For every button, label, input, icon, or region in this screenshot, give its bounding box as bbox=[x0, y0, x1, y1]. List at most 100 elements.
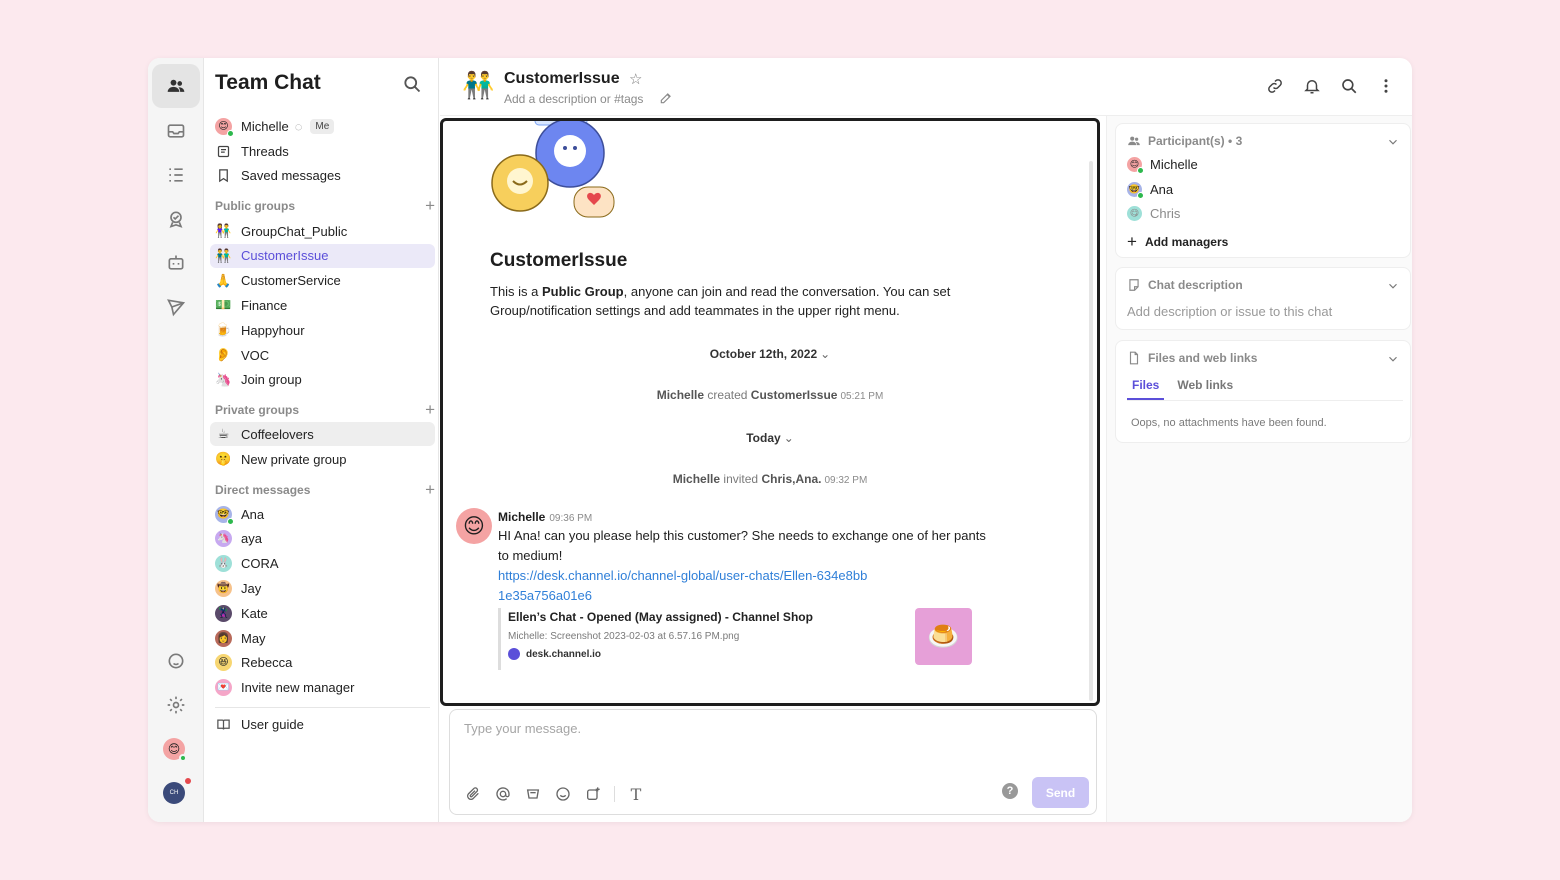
emoji-icon[interactable] bbox=[554, 785, 572, 803]
avatar: 😊 bbox=[215, 117, 234, 137]
preview-title: Ellen’s Chat - Opened (May assigned) - C… bbox=[508, 610, 813, 624]
add-direct-message-button[interactable]: + bbox=[425, 480, 435, 500]
workspace-avatar[interactable]: CH bbox=[163, 778, 191, 804]
system-message: Michelle created CustomerIssue 05:21 PM bbox=[656, 388, 884, 402]
participant-name: Chris bbox=[1150, 206, 1181, 221]
preview-thumbnail[interactable]: 🍮 bbox=[915, 608, 972, 665]
date-divider[interactable]: Today ⌄ bbox=[443, 431, 1097, 445]
sidebar-item-label: Jay bbox=[241, 580, 262, 596]
tab-files[interactable]: Files bbox=[1127, 378, 1165, 400]
chat-description-header[interactable]: Chat description bbox=[1127, 278, 1243, 292]
tab-web-links[interactable]: Web links bbox=[1172, 378, 1238, 400]
search-icon[interactable] bbox=[402, 74, 422, 94]
app-icon[interactable] bbox=[584, 785, 602, 803]
sidebar-item-threads[interactable]: Threads bbox=[210, 139, 435, 163]
message-input[interactable]: Type your message. bbox=[464, 721, 581, 736]
text-format-icon[interactable]: T bbox=[627, 785, 645, 804]
sidebar-item-public-group[interactable]: 🙏 CustomerService bbox=[210, 269, 435, 293]
message-composer[interactable]: Type your message. T ? Send bbox=[449, 709, 1097, 815]
sidebar-item-label: May bbox=[241, 630, 266, 646]
empty-state: Oops, no attachments have been found. bbox=[1131, 417, 1327, 429]
snippet-icon[interactable] bbox=[524, 785, 542, 803]
description-input[interactable]: Add a description or #tags bbox=[504, 92, 643, 106]
help-icon[interactable]: ? bbox=[1002, 783, 1018, 799]
sidebar-item-private-group[interactable]: 🤫 New private group bbox=[210, 447, 435, 471]
star-icon[interactable]: ☆ bbox=[629, 70, 642, 88]
sidebar-item-direct-message[interactable]: 🐰 CORA bbox=[210, 552, 435, 576]
user-avatar[interactable]: 😊 bbox=[163, 738, 187, 762]
group-illustration bbox=[491, 121, 615, 218]
files-card: Files and web links Files Web links Oops… bbox=[1115, 340, 1411, 443]
sidebar-item-direct-message[interactable]: 💌 Invite new manager bbox=[210, 676, 435, 700]
sidebar-item-direct-message[interactable]: 👩 May bbox=[210, 626, 435, 650]
intro-title: CustomerIssue bbox=[490, 250, 628, 271]
list-icon[interactable] bbox=[152, 153, 200, 197]
team-chat-icon[interactable] bbox=[152, 64, 200, 108]
chevron-down-icon: ⌄ bbox=[783, 431, 794, 445]
files-tabs: Files Web links bbox=[1127, 378, 1403, 401]
sidebar-item-private-group[interactable]: ☕ Coffeelovers bbox=[210, 422, 435, 446]
sidebar-item-label: User guide bbox=[241, 716, 304, 732]
inbox-icon[interactable] bbox=[152, 109, 200, 153]
attach-icon[interactable] bbox=[464, 785, 482, 803]
sidebar-item-label: Finance bbox=[241, 297, 288, 313]
group-emoji-icon: 🙏 bbox=[215, 272, 232, 288]
gear-icon[interactable] bbox=[152, 683, 200, 727]
chevron-down-icon[interactable] bbox=[1386, 135, 1400, 149]
sidebar-item-public-group[interactable]: 👫 GroupChat_Public bbox=[210, 219, 435, 243]
sidebar-item-direct-message[interactable]: 🦹 Kate bbox=[210, 601, 435, 625]
sidebar-item-label: GroupChat_Public bbox=[241, 223, 348, 239]
sidebar-item-direct-message[interactable]: 🤠 Jay bbox=[210, 576, 435, 600]
plus-icon: + bbox=[1127, 232, 1137, 251]
sidebar-item-direct-message[interactable]: 🦄 aya bbox=[210, 527, 435, 551]
search-icon[interactable] bbox=[1339, 76, 1359, 96]
participant-row[interactable]: 😊 Michelle bbox=[1127, 157, 1198, 174]
send-icon[interactable] bbox=[152, 285, 200, 329]
sidebar-item-me[interactable]: 😊 Michelle ◌ Me bbox=[210, 114, 435, 138]
more-icon[interactable] bbox=[1376, 76, 1396, 96]
edit-icon[interactable] bbox=[659, 91, 673, 105]
sidebar-item-direct-message[interactable]: 🤓 Ana bbox=[210, 502, 435, 526]
participant-row[interactable]: 🤓 Ana bbox=[1127, 181, 1173, 199]
app-title: Team Chat bbox=[215, 71, 321, 94]
page-title: CustomerIssue bbox=[504, 70, 620, 87]
add-managers-button[interactable]: + Add managers bbox=[1127, 232, 1228, 252]
sidebar-item-user-guide[interactable]: User guide bbox=[210, 712, 435, 736]
participant-name: Michelle bbox=[1150, 157, 1198, 172]
sidebar-item-public-group[interactable]: 👬 CustomerIssue bbox=[210, 243, 435, 268]
nav-rail: 😊 CH bbox=[148, 58, 204, 822]
chat-description-input[interactable]: Add description or issue to this chat bbox=[1127, 304, 1332, 319]
bot-icon[interactable] bbox=[152, 241, 200, 285]
sidebar-item-direct-message[interactable]: 😆 Rebecca bbox=[210, 651, 435, 675]
add-public-group-button[interactable]: + bbox=[425, 196, 435, 216]
group-emoji-icon: 🤫 bbox=[215, 451, 232, 466]
sidebar-item-saved[interactable]: Saved messages bbox=[210, 163, 435, 187]
sidebar-item-public-group[interactable]: 🦄 Join group bbox=[210, 368, 435, 392]
mention-icon[interactable] bbox=[494, 785, 512, 803]
message-link[interactable]: https://desk.channel.io/channel-global/u… bbox=[498, 566, 868, 606]
sidebar-item-public-group[interactable]: 👂 VOC bbox=[210, 343, 435, 367]
link-icon[interactable] bbox=[1265, 76, 1285, 96]
send-button[interactable]: Send bbox=[1032, 777, 1089, 808]
avatar[interactable]: 😊 bbox=[456, 508, 492, 544]
message-author[interactable]: Michelle 09:36 PM bbox=[498, 510, 592, 524]
badge-check-icon[interactable] bbox=[152, 197, 200, 241]
participants-header[interactable]: Participant(s) • 3 bbox=[1127, 134, 1242, 148]
date-divider[interactable]: October 12th, 2022 ⌄ bbox=[443, 347, 1097, 361]
chevron-down-icon[interactable] bbox=[1386, 279, 1400, 293]
chevron-down-icon[interactable] bbox=[1386, 352, 1400, 366]
status-icon[interactable]: ◌ bbox=[295, 119, 303, 134]
link-preview[interactable]: Ellen’s Chat - Opened (May assigned) - C… bbox=[498, 608, 978, 670]
support-icon[interactable] bbox=[152, 639, 200, 683]
sidebar-item-label: VOC bbox=[241, 347, 270, 363]
sidebar-item-public-group[interactable]: 🍺 Happyhour bbox=[210, 318, 435, 342]
file-icon bbox=[1129, 351, 1139, 365]
avatar: 😊 bbox=[1127, 157, 1144, 174]
files-header[interactable]: Files and web links bbox=[1127, 351, 1257, 365]
add-private-group-button[interactable]: + bbox=[425, 400, 435, 420]
message-list[interactable]: CustomerIssue This is a Public Group, an… bbox=[440, 118, 1100, 706]
sidebar-item-public-group[interactable]: 💵 Finance bbox=[210, 293, 435, 317]
participant-row[interactable]: 😋 Chris bbox=[1127, 206, 1180, 221]
bell-icon[interactable] bbox=[1302, 76, 1322, 96]
chat-description-card: Chat description Add description or issu… bbox=[1115, 267, 1411, 330]
